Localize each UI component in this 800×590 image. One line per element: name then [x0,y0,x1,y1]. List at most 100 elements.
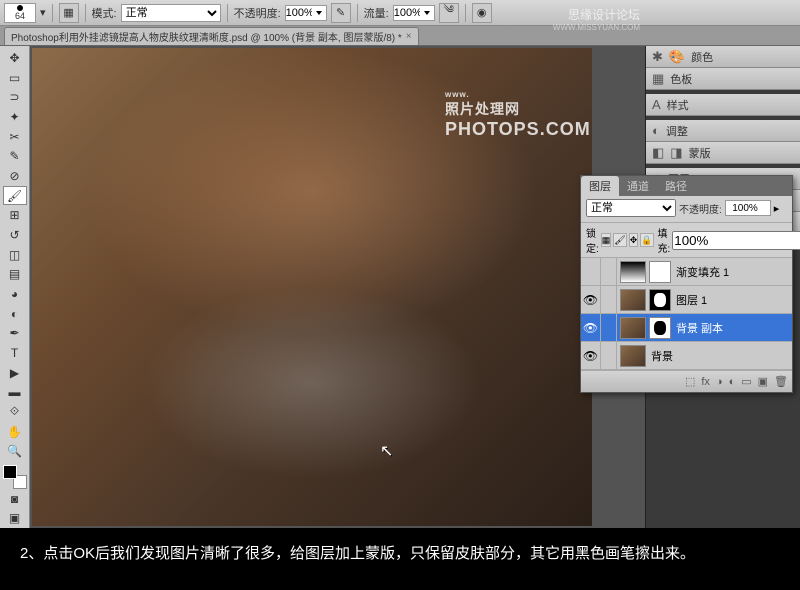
history-brush-tool[interactable]: ↺ [3,225,27,245]
fill-input[interactable] [672,231,800,250]
layer-name[interactable]: 背景 副本 [674,320,792,336]
document-tab[interactable]: Photoshop利用外挂滤镜提高人物皮肤纹理清晰度.psd @ 100% (背… [4,27,419,45]
layer-action-icon[interactable]: fx [701,376,710,388]
lock-pixels-icon[interactable]: 🖌 [613,233,626,247]
visibility-toggle[interactable]: 👁 [581,286,601,313]
layer-thumb[interactable] [620,289,646,311]
layer-action-icon[interactable]: ◐ [729,376,736,388]
pen-tool[interactable]: ✒ [3,323,27,343]
layer-mask-thumb[interactable] [649,289,671,311]
foreground-color[interactable] [3,465,17,479]
watermark-photops: www. 照片处理网 PHOTOPS.COM [445,90,591,140]
brush-size-label: 64 [15,11,25,21]
layers-panel-tabs: 图层通道路径 [581,176,792,196]
layer-name[interactable]: 图层 1 [674,292,792,308]
lock-position-icon[interactable]: ✥ [629,233,639,247]
panel-tab-路径[interactable]: 路径 [657,176,695,196]
hand-tool[interactable]: ✋ [3,422,27,442]
zoom-tool[interactable]: 🔍 [3,441,27,461]
photoshop-window: 64 ▾ ▦ 模式: 正常 不透明度: ✎ 流量: ༄ ◉ Photoshop利… [0,0,800,528]
layer-thumb[interactable] [620,345,646,367]
magic-wand-tool[interactable]: ✦ [3,107,27,127]
layer-row[interactable]: 👁 背景 [581,342,792,370]
move-tool[interactable]: ✥ [3,48,27,68]
airbrush-icon[interactable]: ༄ [439,3,459,23]
layer-row[interactable]: 👁 背景 副本 [581,314,792,342]
visibility-toggle[interactable] [581,258,601,285]
layers-panel: 图层通道路径 正常 不透明度: ▸ 锁定: ▦ 🖌 ✥ 🔒 填充: ▸ 渐变填充… [580,175,793,393]
panel-icon: ▦ [652,71,664,87]
panel-icon: 🎨 [669,49,685,65]
panel-tab-通道[interactable]: 通道 [619,176,657,196]
layer-action-icon[interactable]: 🗑 [774,375,788,388]
eraser-tool[interactable]: ◫ [3,245,27,265]
quick-mask-icon[interactable]: ◙ [3,489,27,509]
panel-icon: ◨ [670,145,682,161]
layer-action-icon[interactable]: ▭ [741,375,751,388]
lasso-tool[interactable]: ⊃ [3,87,27,107]
tutorial-caption: 2、点击OK后我们发现图片清晰了很多，给图层加上蒙版，只保留皮肤部分，其它用黑色… [0,528,800,579]
3d-tool[interactable]: ⟐ [3,402,27,422]
toolbox: ✥ ▭ ⊃ ✦ ✂ ✎ ⊘ 🖌 ⊞ ↺ ◫ ▤ ◕ ◐ ✒ T ▶ ▬ ⟐ ✋ … [0,46,30,528]
visibility-toggle[interactable]: 👁 [581,314,601,341]
layer-row[interactable]: 👁 图层 1 [581,286,792,314]
type-tool[interactable]: T [3,343,27,363]
layer-action-icon[interactable]: ◑ [716,376,723,388]
cursor-icon: ↖ [380,441,393,461]
layer-name[interactable]: 渐变填充 1 [674,264,792,280]
dropdown-icon[interactable]: ▸ [774,202,780,215]
marquee-tool[interactable]: ▭ [3,68,27,88]
toggle-panel-icon[interactable]: ▦ [59,3,79,23]
layer-thumb[interactable] [620,317,646,339]
clone-stamp-tool[interactable]: ⊞ [3,205,27,225]
layer-row[interactable]: 渐变填充 1 [581,258,792,286]
flow-input[interactable] [393,5,435,21]
tablet-pressure-opacity-icon[interactable]: ✎ [331,3,351,23]
shape-tool[interactable]: ▬ [3,382,27,402]
close-icon[interactable]: × [406,31,412,42]
document-tab-title: Photoshop利用外挂滤镜提高人物皮肤纹理清晰度.psd @ 100% (背… [11,29,402,44]
healing-brush-tool[interactable]: ⊘ [3,166,27,186]
lock-all-icon[interactable]: 🔒 [640,233,653,247]
lock-transparency-icon[interactable]: ▦ [601,233,612,247]
visibility-toggle[interactable]: 👁 [581,342,601,369]
layer-action-icon[interactable]: ▣ [758,375,768,388]
dropdown-icon[interactable]: ▾ [40,6,46,19]
fill-label: 填充: [658,225,671,255]
layer-list: 渐变填充 1 👁 图层 1 👁 背景 副本 👁 背景 [581,258,792,370]
eyedropper-tool[interactable]: ✎ [3,146,27,166]
panel-shortcut-色板[interactable]: ▦ 色板 [646,68,800,90]
layer-thumb[interactable] [620,261,646,283]
panel-tab-图层[interactable]: 图层 [581,176,619,196]
panel-shortcut-颜色[interactable]: ✱🎨颜色 [646,46,800,68]
panel-label: 颜色 [691,49,713,65]
layer-action-icon[interactable]: ⬚ [685,375,695,388]
brush-preset-picker[interactable]: 64 [4,3,36,23]
layer-opacity-input[interactable] [725,200,771,216]
layer-name[interactable]: 背景 [649,348,792,364]
color-swatches[interactable] [3,465,27,489]
panel-shortcut-调整[interactable]: ◐调整 [646,120,800,142]
panel-label: 色板 [670,71,692,87]
crop-tool[interactable]: ✂ [3,127,27,147]
layer-mask-thumb[interactable] [649,261,671,283]
path-selection-tool[interactable]: ▶ [3,363,27,383]
screen-mode-icon[interactable]: ▣ [3,508,27,528]
brush-tool[interactable]: 🖌 [3,186,27,206]
panel-label: 蒙版 [689,145,711,161]
panel-shortcut-样式[interactable]: A样式 [646,94,800,116]
panel-label: 调整 [666,123,688,139]
options-bar: 64 ▾ ▦ 模式: 正常 不透明度: ✎ 流量: ༄ ◉ [0,0,800,26]
blend-mode-select[interactable]: 正常 [121,4,221,22]
layer-blend-mode-select[interactable]: 正常 [586,199,676,217]
tablet-pressure-size-icon[interactable]: ◉ [472,3,492,23]
gradient-tool[interactable]: ▤ [3,264,27,284]
panel-shortcut-蒙版[interactable]: ◧ ◨ 蒙版 [646,142,800,164]
opacity-input[interactable] [285,5,327,21]
layer-mask-thumb[interactable] [649,317,671,339]
panel-label: 样式 [667,97,689,113]
dodge-tool[interactable]: ◐ [3,304,27,324]
opacity-label: 不透明度: [234,5,281,21]
panel-icon: ◧ [652,145,664,161]
blur-tool[interactable]: ◕ [3,284,27,304]
